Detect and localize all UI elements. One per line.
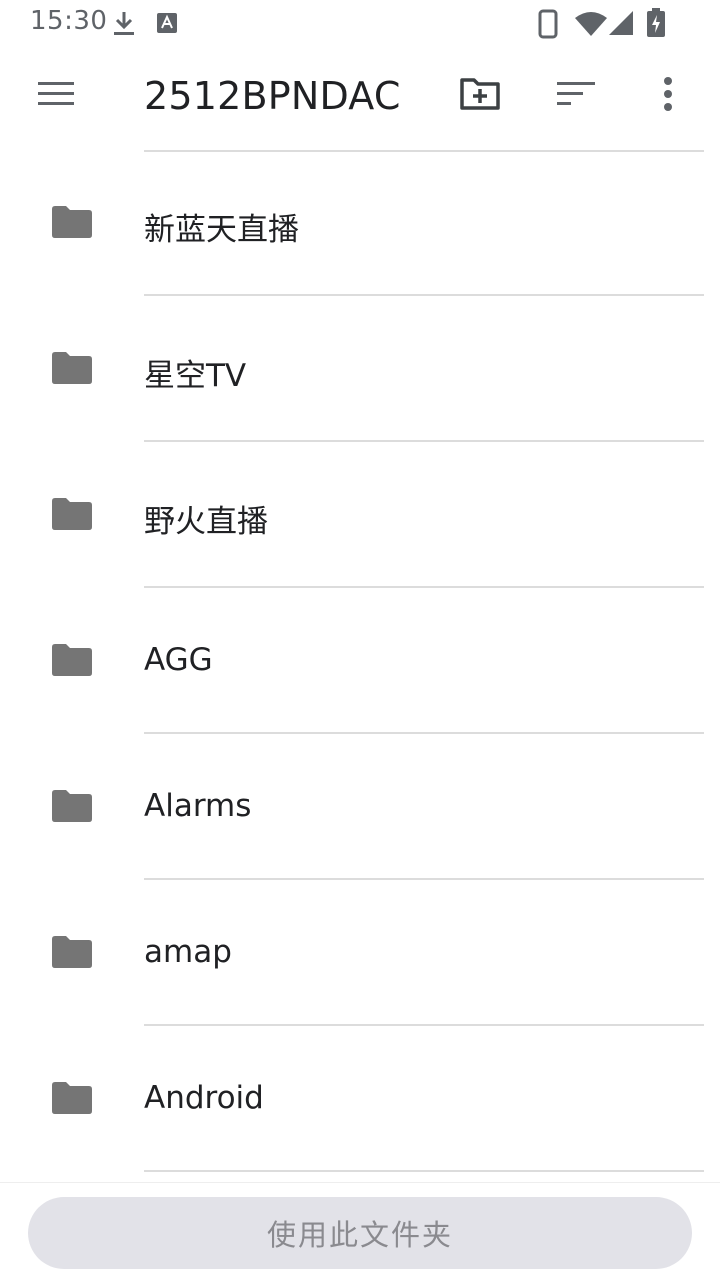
screen: 15:30 2512BPNDAC 新蓝天直播 星空TV 野火直播 AGG Ala… xyxy=(0,0,720,1280)
folder-name: AGG xyxy=(144,642,213,678)
page-title: 2512BPNDAC xyxy=(144,74,401,118)
folder-icon xyxy=(52,936,92,968)
folder-name: Android xyxy=(144,1080,264,1116)
folder-icon xyxy=(52,352,92,384)
download-icon xyxy=(112,10,136,42)
folder-icon xyxy=(52,790,92,822)
row-divider xyxy=(144,1170,704,1172)
folder-icon xyxy=(52,498,92,530)
folder-name: amap xyxy=(144,934,232,970)
folder-row[interactable]: 星空TV xyxy=(0,296,720,442)
sort-button[interactable] xyxy=(546,66,606,126)
phone-icon xyxy=(538,9,558,43)
menu-icon xyxy=(37,80,75,112)
bottom-action-bar: 使用此文件夹 xyxy=(0,1182,720,1280)
folder-row[interactable]: Android xyxy=(0,1026,720,1172)
folder-row[interactable]: amap xyxy=(0,880,720,1026)
folder-name: Alarms xyxy=(144,788,252,824)
folder-row[interactable]: AGG xyxy=(0,588,720,734)
a-notification-icon xyxy=(156,12,178,38)
folder-icon xyxy=(52,644,92,676)
battery-charging-icon xyxy=(646,8,666,42)
new-folder-button[interactable] xyxy=(450,66,510,126)
new-folder-icon xyxy=(459,77,501,115)
folder-icon xyxy=(52,206,92,238)
folder-name: 野火直播 xyxy=(144,504,268,540)
sort-icon xyxy=(556,80,596,112)
wifi-icon xyxy=(574,11,608,41)
folder-icon xyxy=(52,1082,92,1114)
use-this-folder-button[interactable]: 使用此文件夹 xyxy=(28,1197,692,1269)
signal-icon xyxy=(608,10,634,40)
app-bar: 2512BPNDAC xyxy=(0,48,720,146)
status-bar: 15:30 xyxy=(0,0,720,48)
status-time: 15:30 xyxy=(30,6,108,36)
folder-row[interactable]: Alarms xyxy=(0,734,720,880)
menu-button[interactable] xyxy=(20,66,92,126)
more-options-button[interactable] xyxy=(638,66,698,126)
folder-row[interactable]: 新蓝天直播 xyxy=(0,150,720,296)
folder-name: 星空TV xyxy=(144,358,247,394)
folder-row[interactable]: 野火直播 xyxy=(0,442,720,588)
more-vert-icon xyxy=(662,77,674,115)
folder-list: 新蓝天直播 星空TV 野火直播 AGG Alarms amap Android xyxy=(0,150,720,1172)
folder-name: 新蓝天直播 xyxy=(144,212,299,248)
